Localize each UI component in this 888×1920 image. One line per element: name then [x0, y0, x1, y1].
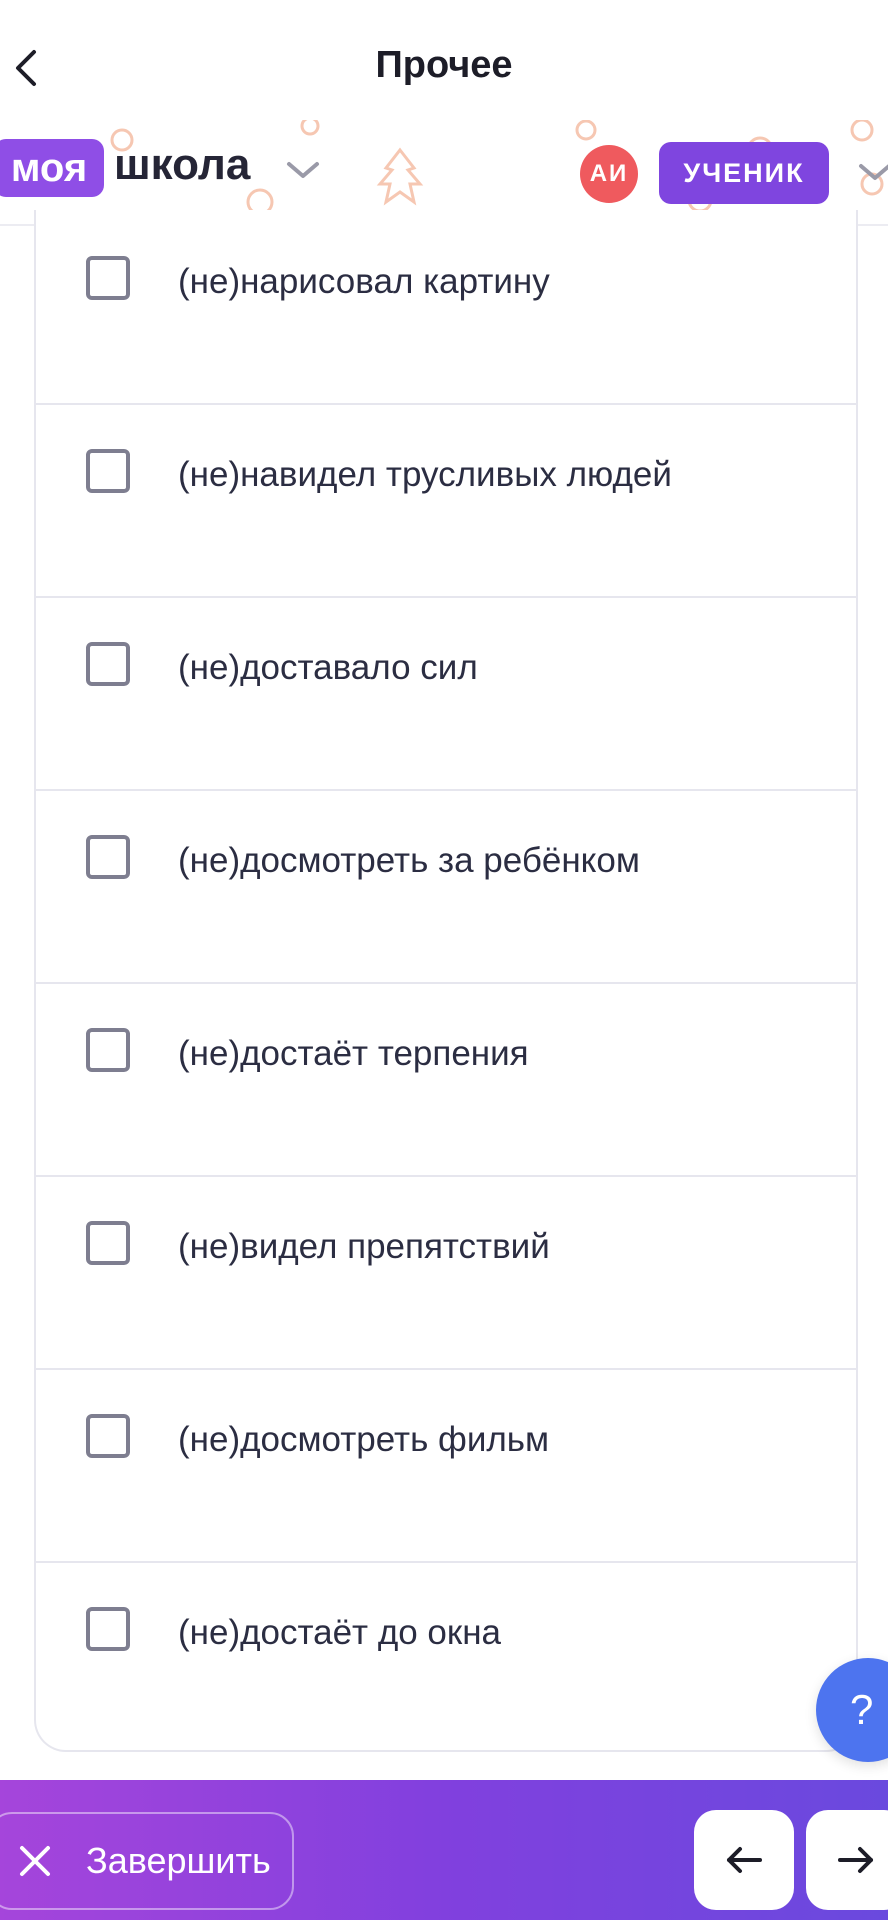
option-item[interactable]: (не)навидел трусливых людей: [36, 403, 856, 598]
chevron-down-icon[interactable]: [858, 162, 888, 182]
option-label: (не)достаёт терпения: [178, 1034, 529, 1073]
option-label: (не)навидел трусливых людей: [178, 455, 672, 494]
checkbox[interactable]: [86, 1028, 130, 1072]
checkbox[interactable]: [86, 835, 130, 879]
checkbox[interactable]: [86, 256, 130, 300]
option-label: (не)достаёт до окна: [178, 1613, 501, 1652]
option-item[interactable]: (не)достаёт до окна: [36, 1561, 856, 1754]
top-app-bar: Прочее: [0, 0, 888, 135]
option-label: (не)досмотреть фильм: [178, 1420, 550, 1459]
option-item[interactable]: (не)нарисовал картину: [36, 210, 856, 405]
page-title: Прочее: [375, 44, 513, 86]
bottom-action-bar: Завершить: [0, 1780, 888, 1920]
checkbox[interactable]: [86, 1221, 130, 1265]
logo-shkola: школа: [114, 140, 251, 189]
option-label: (не)доставало сил: [178, 648, 478, 687]
finish-label: Завершить: [86, 1840, 271, 1881]
avatar[interactable]: АИ: [580, 145, 638, 203]
option-label: (не)досмотреть за ребёнком: [178, 841, 640, 880]
next-button[interactable]: [806, 1810, 888, 1910]
checkbox[interactable]: [86, 1414, 130, 1458]
option-item[interactable]: (не)досмотреть за ребёнком: [36, 789, 856, 984]
checkbox[interactable]: [86, 449, 130, 493]
arrow-right-icon: [838, 1847, 873, 1873]
checkbox[interactable]: [86, 1607, 130, 1651]
option-item[interactable]: (не)достаёт терпения: [36, 982, 856, 1177]
option-label: (не)нарисовал картину: [178, 262, 550, 301]
finish-button[interactable]: Завершить: [0, 1812, 294, 1910]
prev-button[interactable]: [694, 1810, 794, 1910]
role-badge[interactable]: УЧЕНИК: [659, 142, 829, 204]
checkbox[interactable]: [86, 642, 130, 686]
chevron-down-icon[interactable]: [286, 160, 320, 180]
option-item[interactable]: (не)доставало сил: [36, 596, 856, 791]
option-label: (не)видел препятствий: [178, 1227, 550, 1266]
help-label: ?: [850, 1686, 874, 1733]
close-icon: [20, 1846, 50, 1876]
logo-moya: моя: [0, 139, 104, 197]
arrow-left-icon: [727, 1847, 762, 1873]
options-card: (не)нарисовал картину (не)навидел трусли…: [34, 210, 858, 1752]
option-item[interactable]: (не)видел препятствий: [36, 1175, 856, 1370]
option-item[interactable]: (не)досмотреть фильм: [36, 1368, 856, 1563]
